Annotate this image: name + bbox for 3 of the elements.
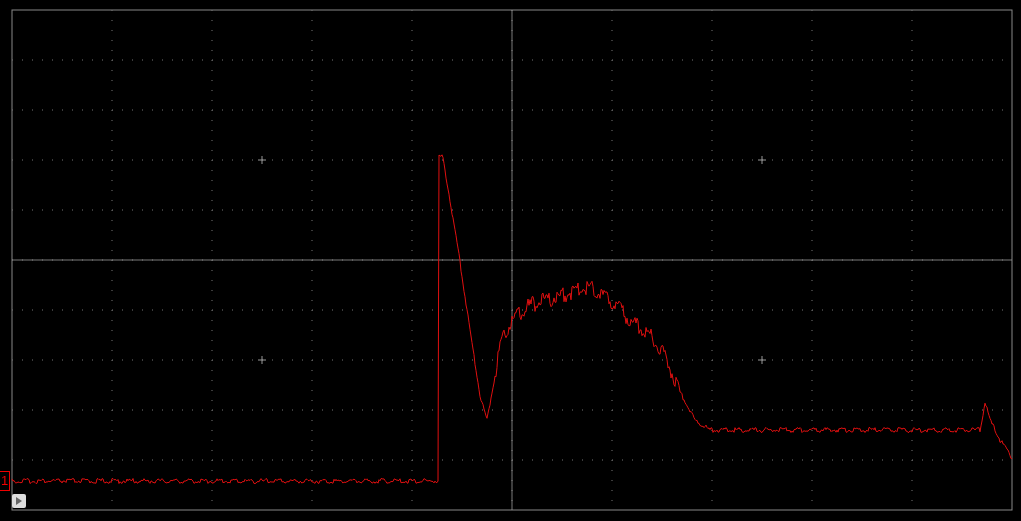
play-icon bbox=[16, 497, 22, 505]
channel-marker: 1 bbox=[0, 471, 10, 491]
play-button[interactable] bbox=[12, 494, 26, 508]
